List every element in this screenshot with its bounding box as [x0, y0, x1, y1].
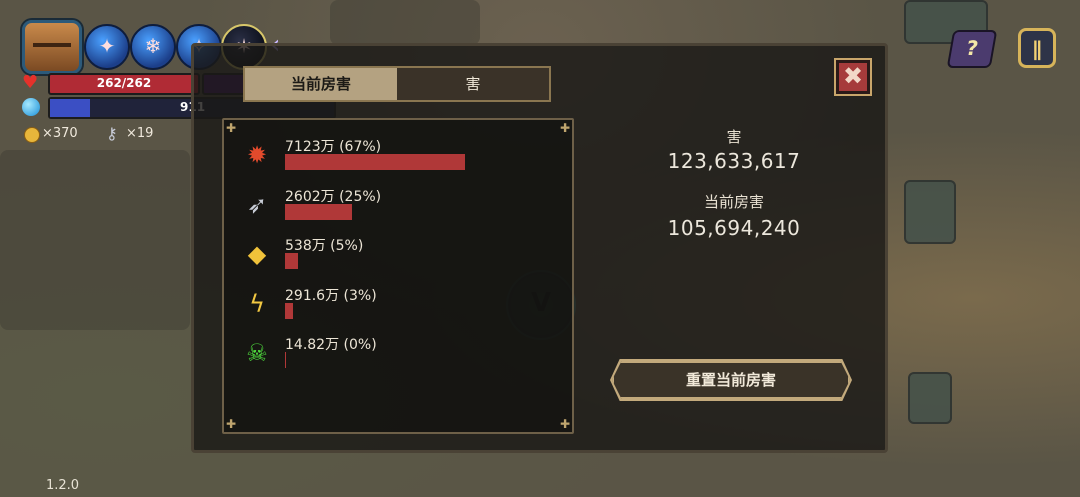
fire-staff-icon: ✦	[98, 34, 116, 58]
key-icon: ⚷	[106, 124, 118, 143]
damage-row-label: 2602万 (25%)	[285, 189, 382, 205]
gold-coin-icon	[24, 127, 40, 143]
background-pillar	[904, 180, 956, 244]
damage-row: ϟ 291.6万 (3%)	[224, 285, 572, 329]
background-stone	[330, 0, 480, 45]
skill-slot-2[interactable]: ❄	[130, 24, 176, 70]
poison-skull-icon: ☠	[246, 339, 268, 367]
fire-burst-icon: ✹	[246, 141, 268, 169]
damage-row-label: 291.6万 (3%)	[285, 288, 377, 304]
skill-slot-1[interactable]: ✦	[84, 24, 130, 70]
damage-row-bar	[285, 352, 286, 368]
damage-row-bar	[285, 253, 299, 269]
mana-fill	[50, 99, 90, 117]
corner-ornament: ✚	[559, 417, 570, 431]
tab-current-room[interactable]: 当前房害	[245, 68, 397, 100]
room-damage-title: 当前房害	[703, 193, 764, 211]
close-button[interactable]: ✖	[836, 60, 870, 94]
ice-shard-icon: ❄	[144, 34, 162, 58]
damage-row: ✹ 7123万 (67%)	[224, 136, 572, 180]
background-stone	[0, 150, 190, 330]
pause-button[interactable]: ∥	[1018, 28, 1056, 68]
help-book-button[interactable]: ?	[946, 30, 998, 68]
reset-room-damage-button[interactable]: 重置当前房害	[612, 361, 850, 399]
damage-row: ◆ 538万 (5%)	[224, 235, 572, 279]
background-pillar	[908, 372, 952, 424]
corner-ornament: ✚	[226, 417, 237, 431]
pause-icon: ∥	[1032, 37, 1042, 61]
damage-row-label: 14.82万 (0%)	[285, 337, 377, 353]
question-mark-icon: ?	[964, 36, 981, 60]
crystal-icon: ◆	[247, 240, 267, 268]
health-bar: 262/262	[48, 73, 200, 95]
damage-row-bar	[285, 303, 294, 319]
damage-tabs: 当前房害 害	[243, 66, 551, 102]
damage-row: ☠ 14.82万 (0%)	[224, 334, 572, 378]
damage-row-label: 7123万 (67%)	[285, 139, 382, 155]
health-text: 262/262	[96, 76, 152, 90]
inventory-chest-button[interactable]	[22, 20, 82, 74]
damage-row: ➶ 2602万 (25%)	[224, 186, 572, 230]
tab-total[interactable]: 害	[397, 68, 549, 100]
corner-ornament: ✚	[559, 121, 570, 135]
gold-count: ×370	[42, 126, 78, 141]
damage-row-label: 538万 (5%)	[285, 238, 364, 254]
total-damage-value: 123,633,617	[667, 149, 801, 173]
heart-icon: ♥	[22, 72, 39, 93]
key-count: ×19	[126, 126, 154, 141]
lightning-icon: ϟ	[249, 290, 265, 318]
arrow-icon: ➶	[246, 191, 268, 219]
total-damage-title: 害	[726, 128, 742, 146]
damage-row-bar	[285, 204, 352, 220]
damage-row-bar	[285, 154, 465, 170]
mana-orb-icon	[22, 98, 40, 116]
damage-breakdown-panel: ✚ ✚ ✚ ✚ ✹ 7123万 (67%) ➶ 2602万 (25%) ◆ 53…	[222, 118, 574, 434]
room-damage-value: 105,694,240	[667, 216, 801, 240]
corner-ornament: ✚	[226, 121, 237, 135]
version-label: 1.2.0	[46, 478, 80, 493]
